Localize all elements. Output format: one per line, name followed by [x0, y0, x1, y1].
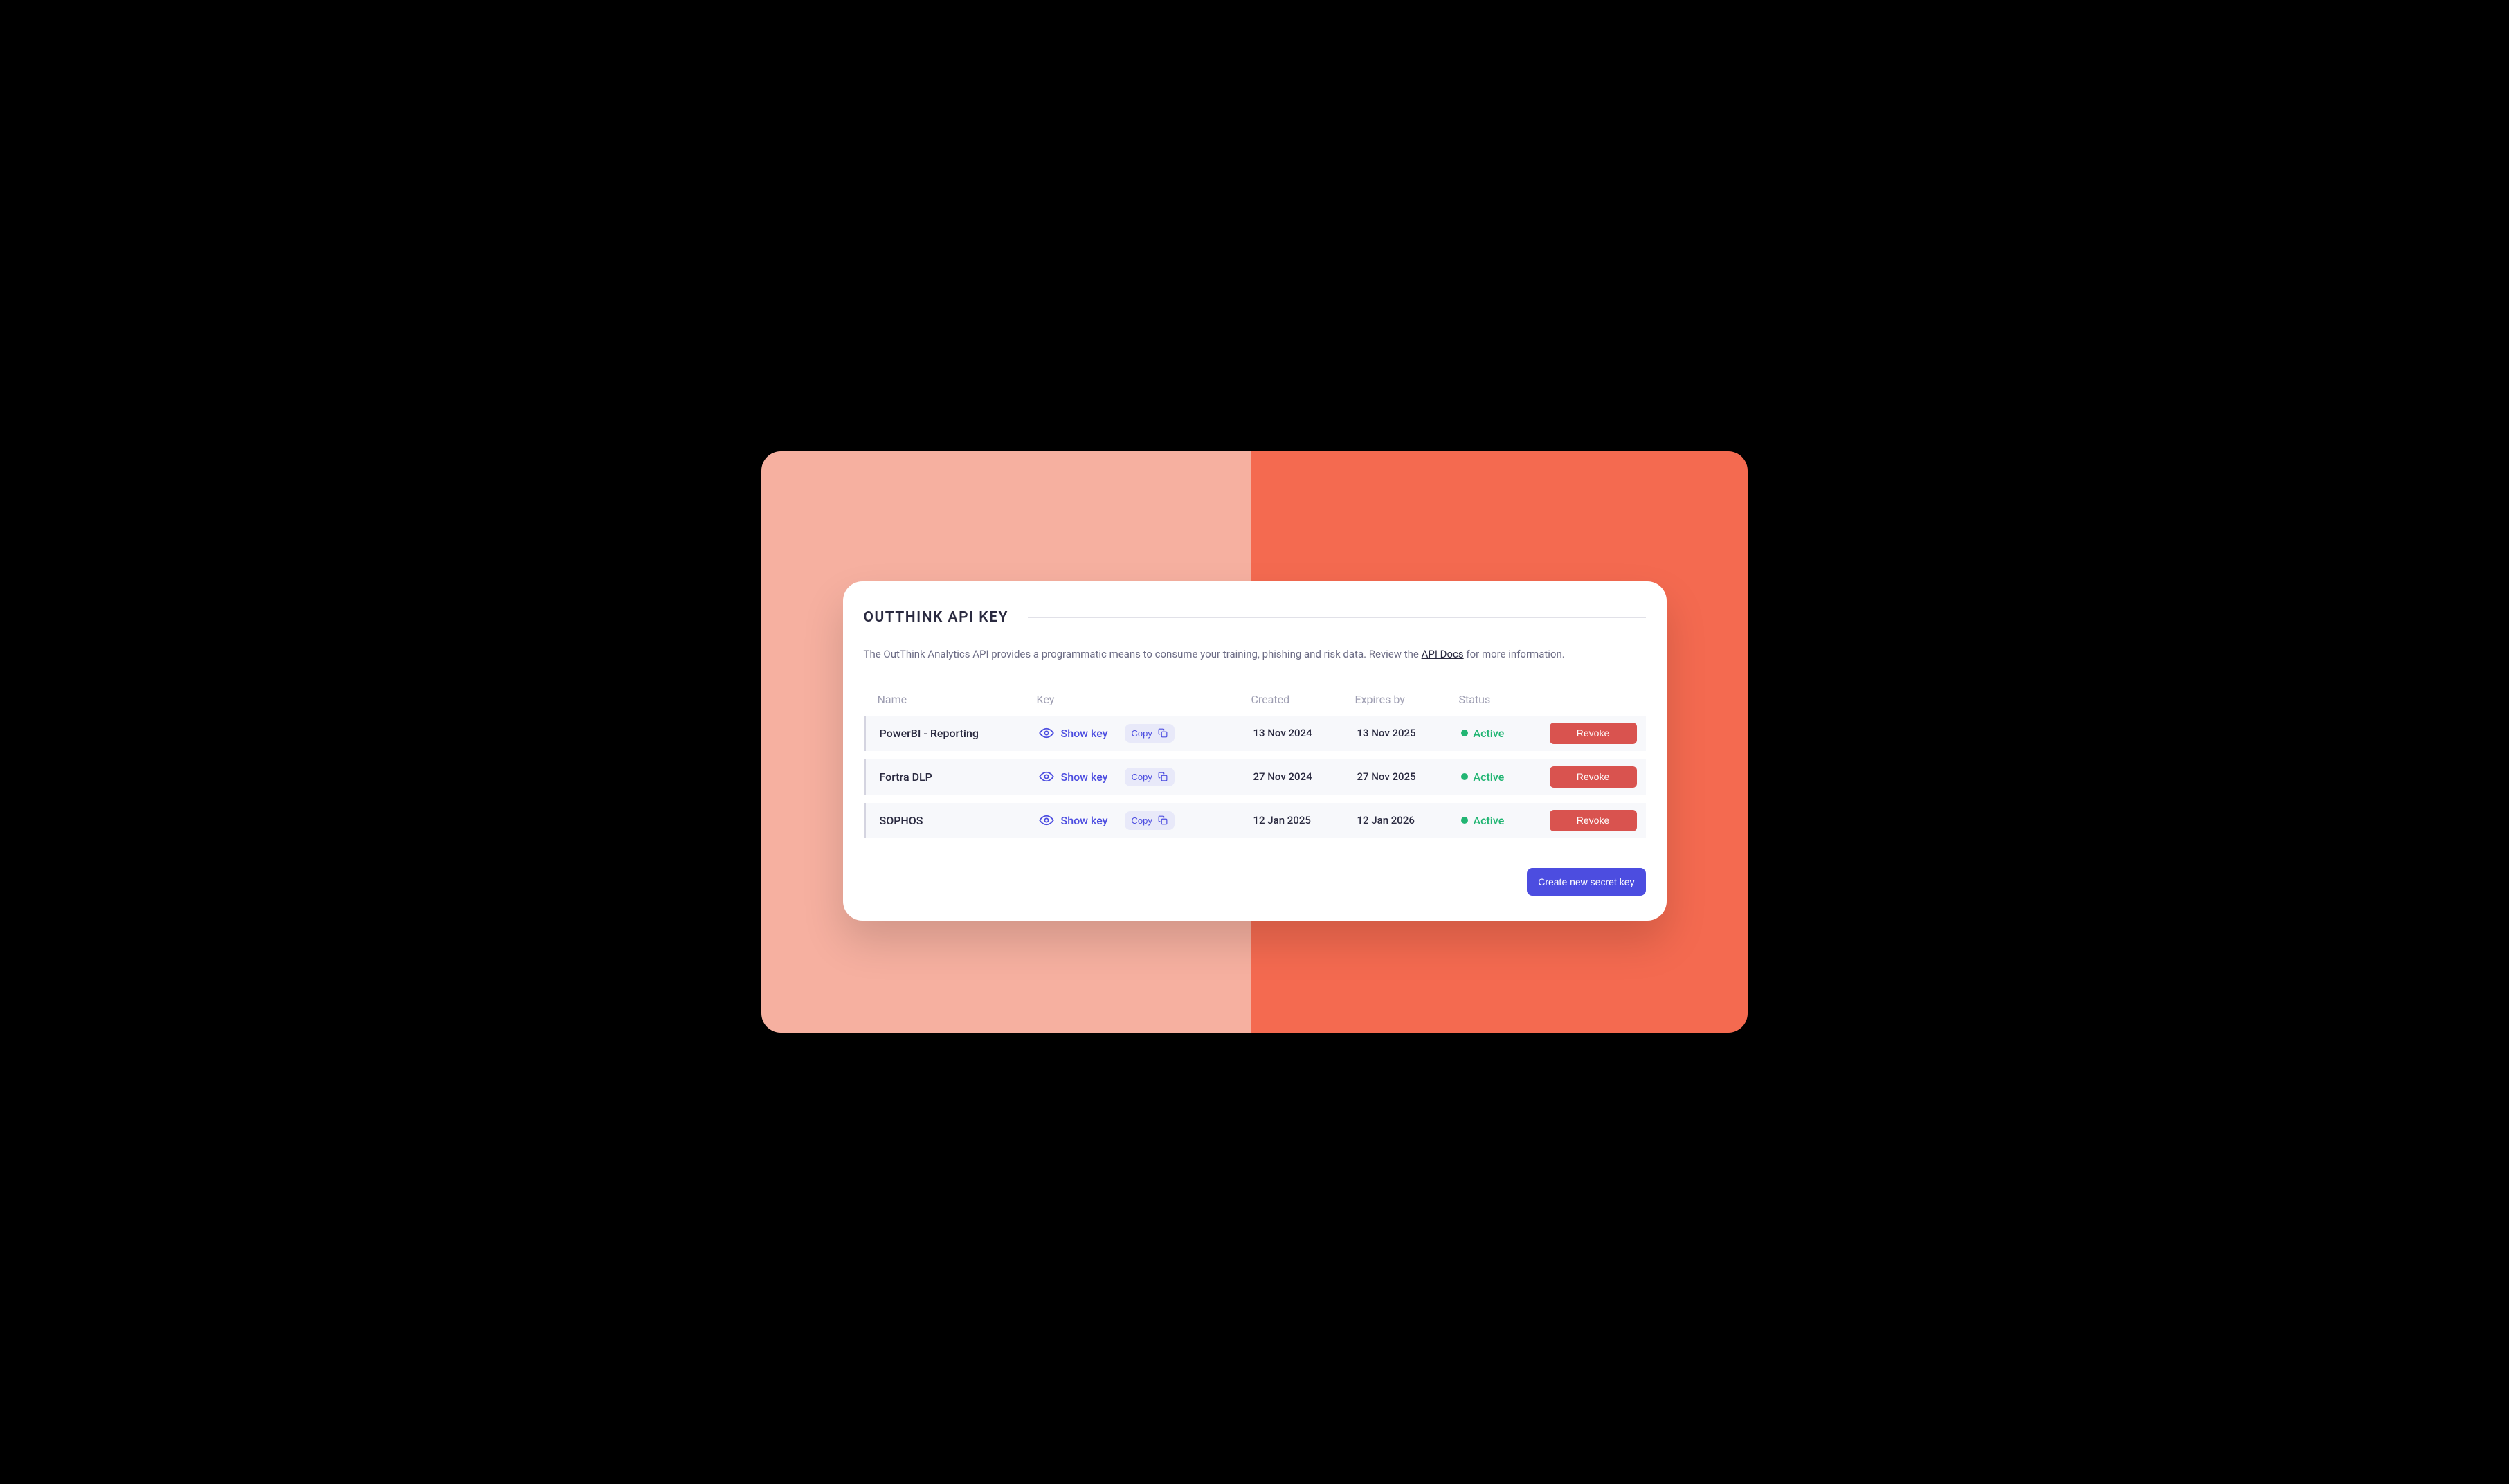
table-row: PowerBI - Reporting Show key [864, 716, 1646, 751]
col-expires: Expires by [1355, 693, 1459, 706]
card-footer: Create new secret key [864, 868, 1646, 896]
api-key-table: Name Key Created Expires by Status Power… [864, 693, 1646, 847]
row-key-cell: Show key Copy [1039, 724, 1253, 743]
copy-button[interactable]: Copy [1125, 811, 1175, 830]
col-created: Created [1251, 693, 1355, 706]
row-status: Active [1461, 727, 1550, 740]
header-divider [1028, 617, 1646, 618]
row-expires: 13 Nov 2025 [1357, 727, 1461, 739]
row-name: Fortra DLP [880, 770, 1039, 784]
row-expires: 12 Jan 2026 [1357, 814, 1461, 826]
status-dot-icon [1461, 773, 1468, 780]
col-status: Status [1459, 693, 1548, 706]
copy-label: Copy [1132, 815, 1152, 826]
table-row: SOPHOS Show key Copy [864, 803, 1646, 838]
status-label: Active [1474, 770, 1505, 784]
row-created: 13 Nov 2024 [1253, 727, 1357, 739]
row-expires: 27 Nov 2025 [1357, 770, 1461, 783]
show-key-button[interactable]: Show key [1039, 727, 1108, 740]
col-name: Name [878, 693, 1037, 706]
card-header: OUTTHINK API KEY [864, 609, 1646, 626]
show-key-button[interactable]: Show key [1039, 814, 1108, 827]
table-header: Name Key Created Expires by Status [864, 693, 1646, 716]
background-stage: OUTTHINK API KEY The OutThink Analytics … [761, 451, 1748, 1033]
status-label: Active [1474, 727, 1505, 740]
revoke-button[interactable]: Revoke [1550, 766, 1637, 788]
status-label: Active [1474, 814, 1505, 827]
row-status: Active [1461, 814, 1550, 827]
row-name: PowerBI - Reporting [880, 727, 1039, 740]
table-row: Fortra DLP Show key [864, 759, 1646, 795]
row-key-cell: Show key Copy [1039, 768, 1253, 786]
row-created: 12 Jan 2025 [1253, 814, 1357, 826]
show-key-label: Show key [1061, 814, 1108, 827]
copy-icon [1158, 815, 1168, 825]
copy-button[interactable]: Copy [1125, 724, 1175, 743]
card-description: The OutThink Analytics API provides a pr… [864, 646, 1646, 662]
description-post: for more information. [1464, 648, 1565, 660]
eye-icon [1039, 815, 1054, 826]
status-dot-icon [1461, 817, 1468, 824]
col-key: Key [1037, 693, 1251, 706]
stage-inner: OUTTHINK API KEY The OutThink Analytics … [761, 451, 1748, 1033]
api-docs-link[interactable]: API Docs [1422, 648, 1464, 660]
eye-icon [1039, 727, 1054, 739]
revoke-button[interactable]: Revoke [1550, 810, 1637, 831]
copy-label: Copy [1132, 772, 1152, 782]
api-key-card: OUTTHINK API KEY The OutThink Analytics … [843, 581, 1667, 921]
copy-icon [1158, 772, 1168, 781]
show-key-label: Show key [1061, 727, 1108, 740]
copy-label: Copy [1132, 728, 1152, 739]
row-name: SOPHOS [880, 814, 1039, 827]
row-key-cell: Show key Copy [1039, 811, 1253, 830]
description-pre: The OutThink Analytics API provides a pr… [864, 648, 1422, 660]
revoke-button[interactable]: Revoke [1550, 723, 1637, 744]
card-title: OUTTHINK API KEY [864, 609, 1008, 626]
show-key-label: Show key [1061, 770, 1108, 784]
copy-icon [1158, 728, 1168, 738]
create-new-secret-key-button[interactable]: Create new secret key [1527, 868, 1645, 896]
show-key-button[interactable]: Show key [1039, 770, 1108, 784]
eye-icon [1039, 771, 1054, 782]
row-status: Active [1461, 770, 1550, 784]
row-created: 27 Nov 2024 [1253, 770, 1357, 783]
status-dot-icon [1461, 730, 1468, 736]
copy-button[interactable]: Copy [1125, 768, 1175, 786]
